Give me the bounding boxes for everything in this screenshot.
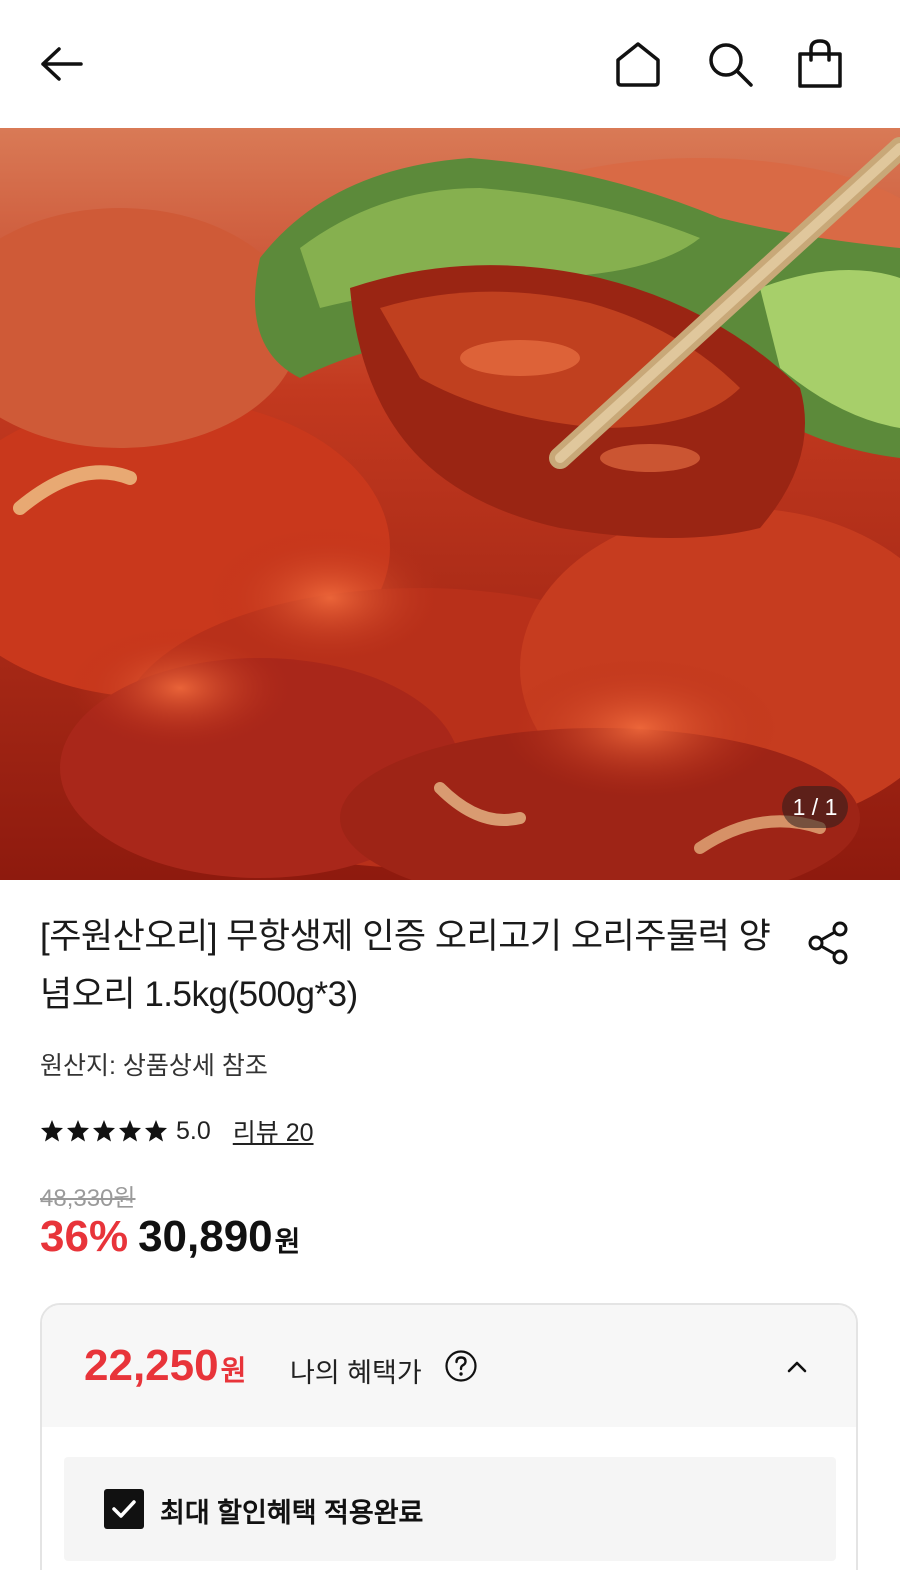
chevron-up-icon[interactable] [777, 1349, 817, 1385]
product-title: [주원산오리] 무항생제 인증 오리고기 오리주물럭 양념오리 1.5kg(50… [40, 917, 771, 1014]
shopping-bag-icon[interactable] [790, 34, 850, 94]
image-counter-badge: 1 / 1 [782, 786, 848, 828]
sale-price-unit: 원 [274, 1226, 301, 1257]
checked-checkbox-icon[interactable] [104, 1489, 144, 1529]
original-price: 48,330원 [40, 1185, 136, 1212]
benefit-price-value: 22,250 [84, 1341, 219, 1390]
search-icon[interactable] [700, 34, 760, 94]
product-image[interactable]: 1 / 1 [0, 128, 900, 880]
benefit-price-unit: 원 [220, 1355, 247, 1386]
benefit-price: 22,250원 [84, 1341, 246, 1391]
benefit-price-header[interactable]: 22,250원 나의 혜택가 [42, 1305, 856, 1427]
star-icon [119, 1120, 141, 1142]
share-icon[interactable] [798, 913, 858, 973]
back-arrow-icon[interactable] [30, 34, 90, 94]
question-circle-icon[interactable] [444, 1349, 478, 1383]
top-nav-bar [0, 0, 900, 128]
review-count-link[interactable]: 리뷰 20 [233, 1113, 314, 1149]
price-row: 36% 30,890 원 [40, 1212, 300, 1262]
discount-rate: 36% [40, 1212, 129, 1261]
star-icon [41, 1120, 63, 1142]
origin-info: 원산지: 상품상세 참조 [40, 1052, 268, 1080]
rating-row: 5.0 리뷰 20 [40, 1113, 314, 1149]
max-discount-applied-box: 최대 할인혜택 적용완료 [64, 1457, 836, 1561]
star-icon [93, 1120, 115, 1142]
rating-score: 5.0 [176, 1116, 211, 1145]
star-icon [145, 1120, 167, 1142]
benefit-price-label: 나의 혜택가 [290, 1358, 422, 1388]
home-icon[interactable] [608, 34, 668, 94]
star-icon [67, 1120, 89, 1142]
sale-price: 30,890 [138, 1212, 273, 1261]
star-rating [40, 1119, 168, 1143]
max-discount-applied-label: 최대 할인혜택 적용완료 [160, 1498, 424, 1528]
benefit-price-card: 22,250원 나의 혜택가 최대 할인혜택 적용완료 [40, 1303, 858, 1570]
